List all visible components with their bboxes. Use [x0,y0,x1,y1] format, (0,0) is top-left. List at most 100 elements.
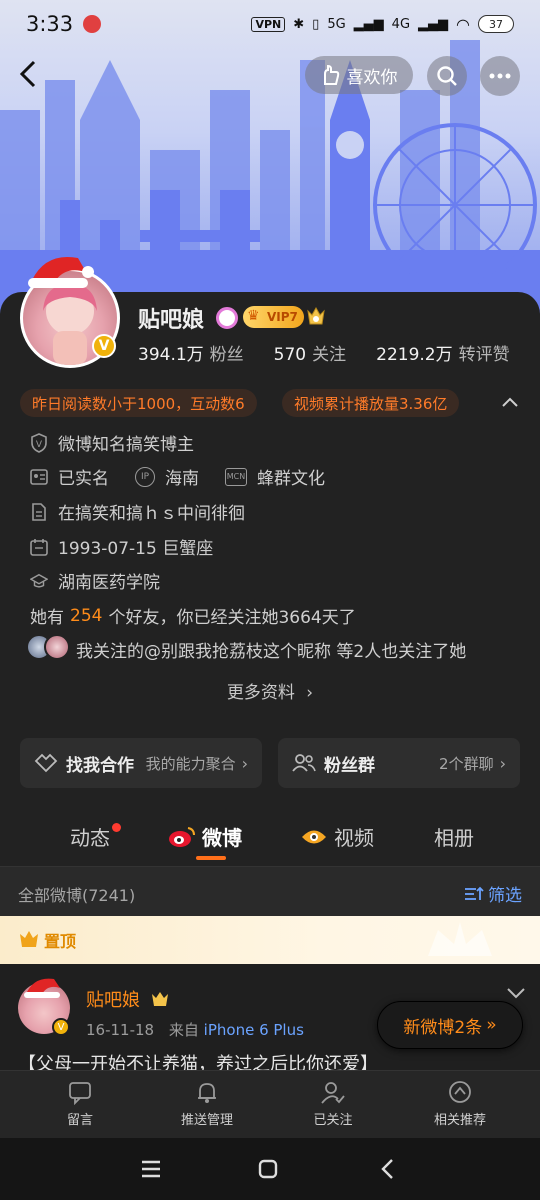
unread-dot [112,823,121,832]
mutual-avatars[interactable] [26,634,70,660]
bottom-item-label: 推送管理 [180,1113,233,1128]
user-check-icon [321,1082,345,1104]
like-you-label: 喜欢你 [346,67,398,88]
bottom-item-followed[interactable]: 已关注 [278,1079,388,1128]
pinned-header: 置顶 [0,916,540,964]
bottom-item-label: 留言 [66,1113,93,1128]
chevron-right-icon: › [499,753,506,773]
top-nav: 喜欢你 [0,54,540,98]
menu-icon[interactable] [140,1160,162,1178]
stat-interactions[interactable]: 2219.2万 转评赞 [376,340,509,365]
post-meta: 16-11-18 来自 iPhone 6 Plus [86,1019,304,1040]
verified-badge: V [92,334,116,358]
double-chevron-down-icon: » [486,1015,497,1035]
more-dots-icon [489,73,511,79]
stat-label: 关注 [312,345,347,365]
avatar [44,634,70,660]
info-location-text: 海南 [165,469,199,489]
santa-hat-icon [24,978,60,998]
status-bar: 3:33 VPN ✱ ▯ 5G ▂▄▆ 4G ▂▄▆ ◠ 37 [0,0,540,48]
pinned-label: 置顶 [44,932,77,951]
search-button[interactable] [427,56,467,96]
mutual-follow-text: 我关注的@别跟我抢荔枝这个昵称 等2人也关注了她 [76,642,467,662]
all-weibo-count[interactable]: 全部微博(7241) [18,882,135,906]
tab-video[interactable]: 视频 [300,822,374,851]
tab-label: 微博 [202,826,242,850]
hand-heart-icon [323,64,339,85]
santa-hat-icon [28,256,94,288]
more-info-link[interactable]: 更多资料 › [0,678,540,703]
stat-value: 570 [273,345,307,365]
post-device[interactable]: iPhone 6 Plus [204,1021,304,1039]
tab-label: 动态 [70,826,110,850]
profile-stats: 394.1万 粉丝 570 关注 2219.2万 转评赞 [138,340,540,365]
status-time: 3:33 [26,12,74,36]
info-birthday-text: 1993-07-15 巨蟹座 [58,539,214,559]
fan-crown-icon[interactable] [305,305,327,327]
network-5g-label: 5G [327,16,346,32]
handshake-icon [34,753,58,773]
home-icon[interactable] [258,1159,278,1179]
back-icon[interactable] [380,1158,394,1180]
info-mutual[interactable]: 我关注的@别跟我抢荔枝这个昵称 等2人也关注了她 [76,637,466,662]
stat-following[interactable]: 570 关注 [274,340,346,365]
vip-badge[interactable]: ♛ VIP7 [243,306,304,328]
stat-label: 粉丝 [209,345,244,365]
member-ring-icon[interactable] [216,307,238,329]
info-school: 湖南医药学院 [30,568,160,593]
chevron-down-icon[interactable] [506,986,526,1000]
video-eye-icon [302,830,326,843]
info-school-text: 湖南医药学院 [58,573,160,593]
tab-weibo[interactable]: 微博 [168,822,242,851]
document-icon [30,502,48,521]
bottom-item-push[interactable]: 推送管理 [152,1079,262,1128]
crown-watermark-icon [428,922,492,956]
cooperation-card[interactable]: 找我合作 我的能力聚合 › [20,738,262,788]
calendar-icon [30,538,48,556]
reading-stats-tag[interactable]: 昨日阅读数小于1000，互动数6 [20,389,257,417]
bottom-action-bar: 留言 推送管理 已关注 相关推荐 [0,1070,540,1138]
weibo-filter-bar: 全部微博(7241) 筛选 [0,866,540,916]
verified-badge: V [52,1018,70,1036]
bottom-item-label: 相关推荐 [433,1113,486,1128]
new-weibo-button[interactable]: 新微博2条 » [377,1001,523,1049]
stat-followers[interactable]: 394.1万 粉丝 [138,340,244,365]
card-subtitle: 我的能力聚合 [145,754,236,773]
info-bio: 在搞笑和搞ｈｓ中间徘徊 [30,499,245,524]
card-subtitle: 2个群聊 [439,754,494,773]
active-tab-indicator [196,856,226,860]
card-title: 粉丝群 [324,755,375,776]
info-role-text: 微博知名搞笑博主 [58,435,194,455]
stat-value: 394.1万 [138,345,204,365]
vip-crown-icon: ♛ [247,308,260,324]
more-options-button[interactable] [480,56,520,96]
mcn-icon: MCN [225,467,247,486]
like-you-button[interactable]: 喜欢你 [305,56,413,94]
app-notification-icon [83,15,102,33]
card-title: 找我合作 [66,755,134,776]
filter-button[interactable]: 筛选 [464,881,522,906]
collapse-chevron-icon[interactable] [500,392,520,412]
fan-group-card[interactable]: 粉丝群 2个群聊 › [278,738,520,788]
post-author-name[interactable]: 贴吧娘 [86,986,140,1012]
crown-icon [20,931,38,947]
bottom-item-message[interactable]: 留言 [25,1079,135,1128]
info-bio-text: 在搞笑和搞ｈｓ中间徘徊 [58,504,245,524]
tab-label: 相册 [434,826,474,850]
tab-dynamics[interactable]: 动态 [70,822,110,851]
video-plays-tag[interactable]: 视频累计播放量3.36亿 [282,389,460,417]
network-4g-label: 4G [391,16,411,32]
stat-value: 2219.2万 [376,345,453,365]
friends-count[interactable]: 254 [70,606,102,626]
weibo-logo-icon [169,826,195,847]
profile-name: 贴吧娘 [138,308,205,333]
filter-label: 筛选 [488,886,522,906]
info-mcn-text: 蜂群文化 [257,469,325,489]
search-icon [437,66,457,86]
back-button[interactable] [12,54,44,94]
back-arrow-icon [19,60,36,88]
bottom-item-recommend[interactable]: 相关推荐 [405,1079,515,1128]
stat-label: 转评赞 [458,345,510,365]
tab-album[interactable]: 相册 [434,822,474,851]
vpn-badge: VPN [251,16,286,32]
